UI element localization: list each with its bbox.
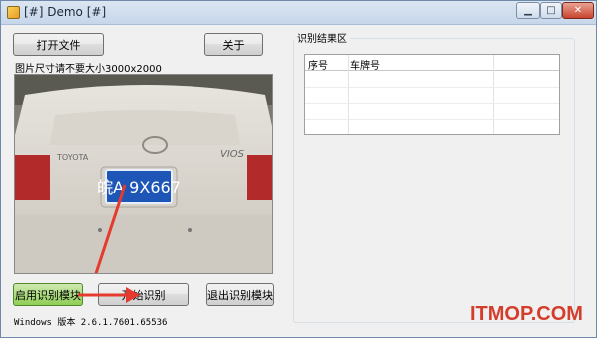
window-title: [#] Demo [#] xyxy=(24,5,107,19)
column-header-plate[interactable]: 车牌号 xyxy=(350,57,380,72)
column-header-index[interactable]: 序号 xyxy=(308,57,328,72)
minimize-button[interactable]: ▁ xyxy=(516,2,540,19)
watermark: ITMOP.COM xyxy=(470,303,583,325)
minimize-icon: ▁ xyxy=(524,5,532,16)
app-window: [#] Demo [#] ▁ □ ✕ 打开文件 关于 图片尺寸请不要大小3000… xyxy=(0,0,597,338)
exit-module-button[interactable]: 退出识别模块 xyxy=(206,283,274,306)
open-file-button[interactable]: 打开文件 xyxy=(13,33,104,56)
row-divider xyxy=(305,103,559,104)
badge-left: TOYOTA xyxy=(56,153,89,162)
image-size-hint: 图片尺寸请不要大小3000x2000 xyxy=(15,64,162,75)
close-icon: ✕ xyxy=(573,5,583,16)
car-photo: TOYOTA VIOS 皖A 9X667 xyxy=(14,74,273,274)
results-grid-header: 序号 车牌号 xyxy=(305,55,559,72)
results-group-title: 识别结果区 xyxy=(294,30,350,45)
column-divider xyxy=(348,55,349,134)
about-button[interactable]: 关于 xyxy=(204,33,263,56)
app-icon xyxy=(7,6,20,19)
license-plate-text: 皖A 9X667 xyxy=(97,178,181,197)
version-label: Windows 版本 2.6.1.7601.65536 xyxy=(14,318,168,328)
results-grid[interactable]: 序号 车牌号 xyxy=(304,54,560,135)
row-divider xyxy=(305,87,559,88)
row-divider xyxy=(305,119,559,120)
column-divider xyxy=(493,55,494,134)
client-area: 打开文件 关于 图片尺寸请不要大小3000x2000 TOYOTA VIOS 皖… xyxy=(4,26,594,335)
enable-module-button[interactable]: 启用识别模块 xyxy=(13,283,83,306)
close-button[interactable]: ✕ xyxy=(562,2,594,19)
title-bar[interactable]: [#] Demo [#] ▁ □ ✕ xyxy=(1,1,596,25)
maximize-button[interactable]: □ xyxy=(540,2,562,19)
badge-right: VIOS xyxy=(220,149,245,160)
car-photo-illustration: TOYOTA VIOS 皖A 9X667 xyxy=(15,75,272,273)
maximize-icon: □ xyxy=(546,5,556,16)
red-arrow-right xyxy=(78,287,140,303)
